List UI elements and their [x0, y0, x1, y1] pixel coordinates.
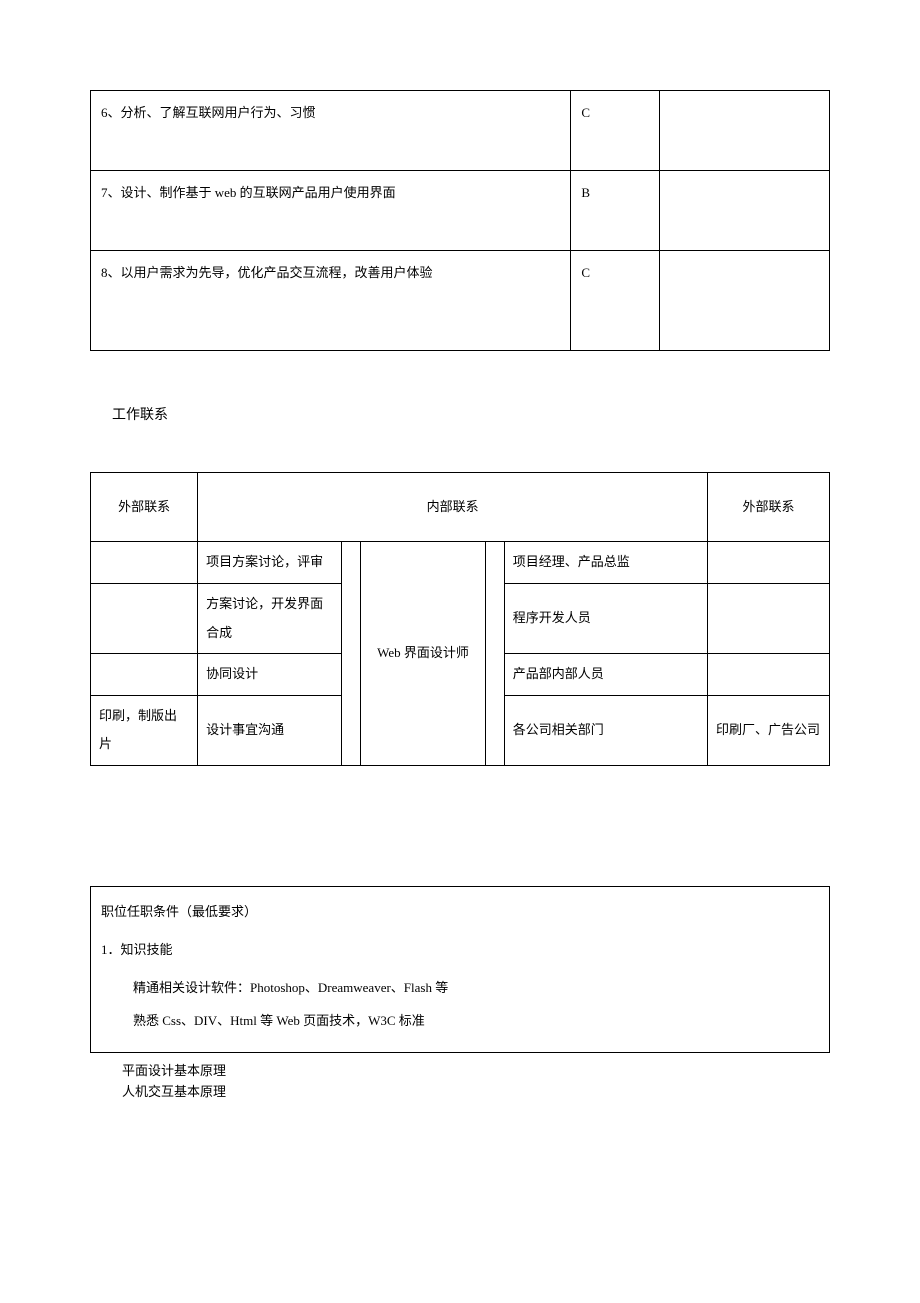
task-level: C — [571, 251, 660, 351]
contacts-ext-left-cell — [91, 542, 198, 584]
contacts-header-internal: 内部联系 — [198, 472, 708, 542]
contacts-ext-left-cell — [91, 654, 198, 696]
task-blank — [660, 91, 830, 171]
contacts-center-role: Web 界面设计师 — [360, 542, 486, 766]
contacts-header-row: 外部联系 内部联系 外部联系 — [91, 472, 830, 542]
contacts-ext-right-cell — [708, 542, 830, 584]
contacts-left-desc: 项目方案讨论，评审 — [198, 542, 342, 584]
requirements-item: 平面设计基本原理 — [122, 1061, 830, 1082]
task-text: 7、设计、制作基于 web 的互联网产品用户使用界面 — [91, 171, 571, 251]
contacts-right-desc: 产品部内部人员 — [504, 654, 707, 696]
requirements-title: 职位任职条件（最低要求） — [101, 895, 819, 929]
contacts-heading: 工作联系 — [112, 401, 830, 432]
contacts-header-ext-left: 外部联系 — [91, 472, 198, 542]
requirements-box: 职位任职条件（最低要求） 1．知识技能 精通相关设计软件：Photoshop、D… — [90, 886, 830, 1053]
contacts-left-desc: 协同设计 — [198, 654, 342, 696]
contacts-right-desc: 程序开发人员 — [504, 583, 707, 653]
contacts-ext-right-cell: 印刷厂、广告公司 — [708, 695, 830, 765]
contacts-row: 项目方案讨论，评审 Web 界面设计师 项目经理、产品总监 — [91, 542, 830, 584]
requirements-item: 精通相关设计软件：Photoshop、Dreamweaver、Flash 等 — [133, 971, 819, 1005]
contacts-spacer — [342, 542, 360, 766]
contacts-header-ext-right: 外部联系 — [708, 472, 830, 542]
contacts-left-desc: 设计事宜沟通 — [198, 695, 342, 765]
task-text: 8、以用户需求为先导，优化产品交互流程，改善用户体验 — [91, 251, 571, 351]
task-level: C — [571, 91, 660, 171]
task-row: 6、分析、了解互联网用户行为、习惯 C — [91, 91, 830, 171]
task-level: B — [571, 171, 660, 251]
contacts-ext-right-cell — [708, 654, 830, 696]
requirements-section-heading: 1．知识技能 — [101, 933, 819, 967]
requirements-item: 熟悉 Css、DIV、Html 等 Web 页面技术，W3C 标准 — [133, 1004, 819, 1038]
tasks-table: 6、分析、了解互联网用户行为、习惯 C 7、设计、制作基于 web 的互联网产品… — [90, 90, 830, 351]
task-row: 8、以用户需求为先导，优化产品交互流程，改善用户体验 C — [91, 251, 830, 351]
requirements-after: 平面设计基本原理 人机交互基本原理 — [122, 1061, 830, 1103]
contacts-ext-right-cell — [708, 583, 830, 653]
contacts-ext-left-cell: 印刷，制版出片 — [91, 695, 198, 765]
task-blank — [660, 171, 830, 251]
task-row: 7、设计、制作基于 web 的互联网产品用户使用界面 B — [91, 171, 830, 251]
contacts-ext-left-cell — [91, 583, 198, 653]
contacts-spacer — [486, 542, 504, 766]
requirements-item: 人机交互基本原理 — [122, 1082, 830, 1103]
task-blank — [660, 251, 830, 351]
contacts-table: 外部联系 内部联系 外部联系 项目方案讨论，评审 Web 界面设计师 项目经理、… — [90, 472, 830, 766]
task-text: 6、分析、了解互联网用户行为、习惯 — [91, 91, 571, 171]
contacts-left-desc: 方案讨论，开发界面合成 — [198, 583, 342, 653]
contacts-right-desc: 项目经理、产品总监 — [504, 542, 707, 584]
contacts-right-desc: 各公司相关部门 — [504, 695, 707, 765]
